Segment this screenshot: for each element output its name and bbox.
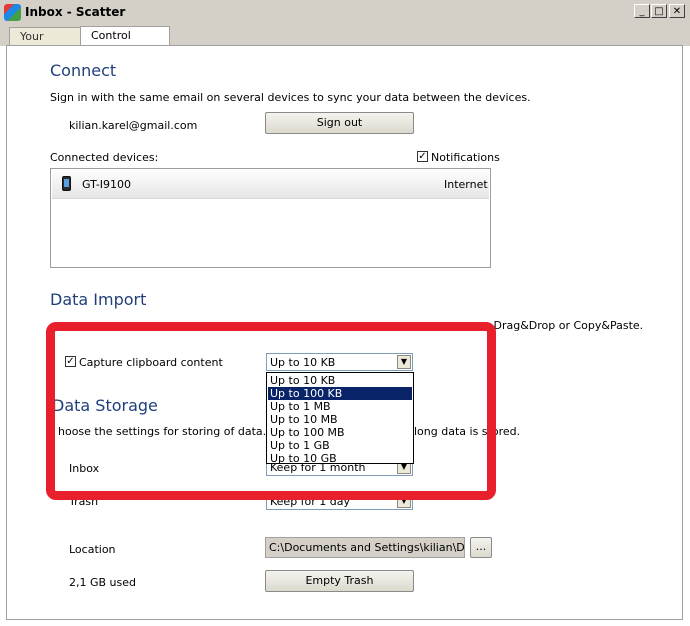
title-bar[interactable]: Inbox - Scatter _ □ ✕ — [0, 0, 690, 27]
location-label: Location — [69, 543, 116, 556]
chevron-down-icon[interactable]: ▼ — [397, 355, 411, 369]
trash-retention-select[interactable]: Keep for 1 day ▼ — [266, 492, 413, 510]
chevron-down-icon[interactable]: ▼ — [397, 494, 411, 508]
trash-label: Trash — [69, 495, 99, 508]
device-name: GT-I9100 — [82, 178, 132, 191]
inbox-label: Inbox — [69, 462, 100, 475]
dropdown-option-1gb[interactable]: Up to 1 GB — [268, 439, 412, 452]
maximize-button[interactable]: □ — [651, 4, 667, 18]
empty-trash-button[interactable]: Empty Trash — [265, 570, 414, 592]
clipboard-size-select[interactable]: Up to 10 KB ▼ — [266, 353, 413, 371]
storage-used-label: 2,1 GB used — [69, 576, 137, 589]
browse-button[interactable]: ... — [470, 537, 492, 558]
data-storage-title: Data Storage — [52, 396, 158, 415]
dropdown-option-10gb[interactable]: Up to 10 GB — [268, 452, 412, 465]
connect-description: Sign in with the same email on several d… — [50, 91, 531, 104]
device-connection: Internet — [444, 178, 488, 191]
dropdown-option-100kb[interactable]: Up to 100 KB — [268, 387, 412, 400]
app-logo-icon — [4, 4, 21, 21]
dropdown-option-10kb[interactable]: Up to 10 KB — [268, 374, 412, 387]
tab-control-panel[interactable]: Control Panel — [80, 26, 170, 60]
location-value: C:\Documents and Settings\kilian\Dokum — [269, 541, 465, 554]
location-field[interactable]: C:\Documents and Settings\kilian\Dokum — [265, 537, 465, 558]
data-import-title: Data Import — [50, 290, 147, 309]
data-storage-description-left: hoose the settings for storing of data. … — [58, 425, 299, 438]
window-title: Inbox - Scatter — [25, 5, 126, 19]
dropdown-option-1mb[interactable]: Up to 1 MB — [268, 400, 412, 413]
minimize-button[interactable]: _ — [634, 4, 650, 18]
account-email: kilian.karel@gmail.com — [69, 119, 198, 132]
clipboard-size-value: Up to 10 KB — [270, 356, 336, 369]
notifications-label: Notifications — [431, 151, 500, 164]
data-storage-description-right: long data is stored. — [414, 425, 521, 438]
notifications-checkbox[interactable]: ✓ — [417, 151, 428, 162]
close-button[interactable]: ✕ — [669, 4, 685, 18]
data-import-description: g Drag&Drop or Copy&Paste. — [483, 319, 644, 332]
trash-retention-value: Keep for 1 day — [270, 495, 351, 508]
phone-icon — [62, 176, 71, 191]
dropdown-option-10mb[interactable]: Up to 10 MB — [268, 413, 412, 426]
clipboard-size-dropdown[interactable]: Up to 10 KB Up to 100 KB Up to 1 MB Up t… — [266, 372, 414, 465]
dropdown-option-100mb[interactable]: Up to 100 MB — [268, 426, 412, 439]
list-item[interactable]: GT-I9100 Internet — [52, 170, 489, 199]
connected-devices-label: Connected devices: — [50, 151, 159, 164]
app-window: Inbox - Scatter _ □ ✕ Your Data Control … — [0, 0, 690, 626]
tab-your-data[interactable]: Your Data — [9, 27, 81, 61]
connected-devices-list[interactable]: GT-I9100 Internet — [50, 168, 491, 268]
capture-clipboard-checkbox[interactable]: ✓ — [65, 356, 76, 367]
sign-out-button[interactable]: Sign out — [265, 112, 414, 134]
capture-clipboard-label: Capture clipboard content — [79, 356, 223, 369]
connect-title: Connect — [50, 61, 117, 80]
